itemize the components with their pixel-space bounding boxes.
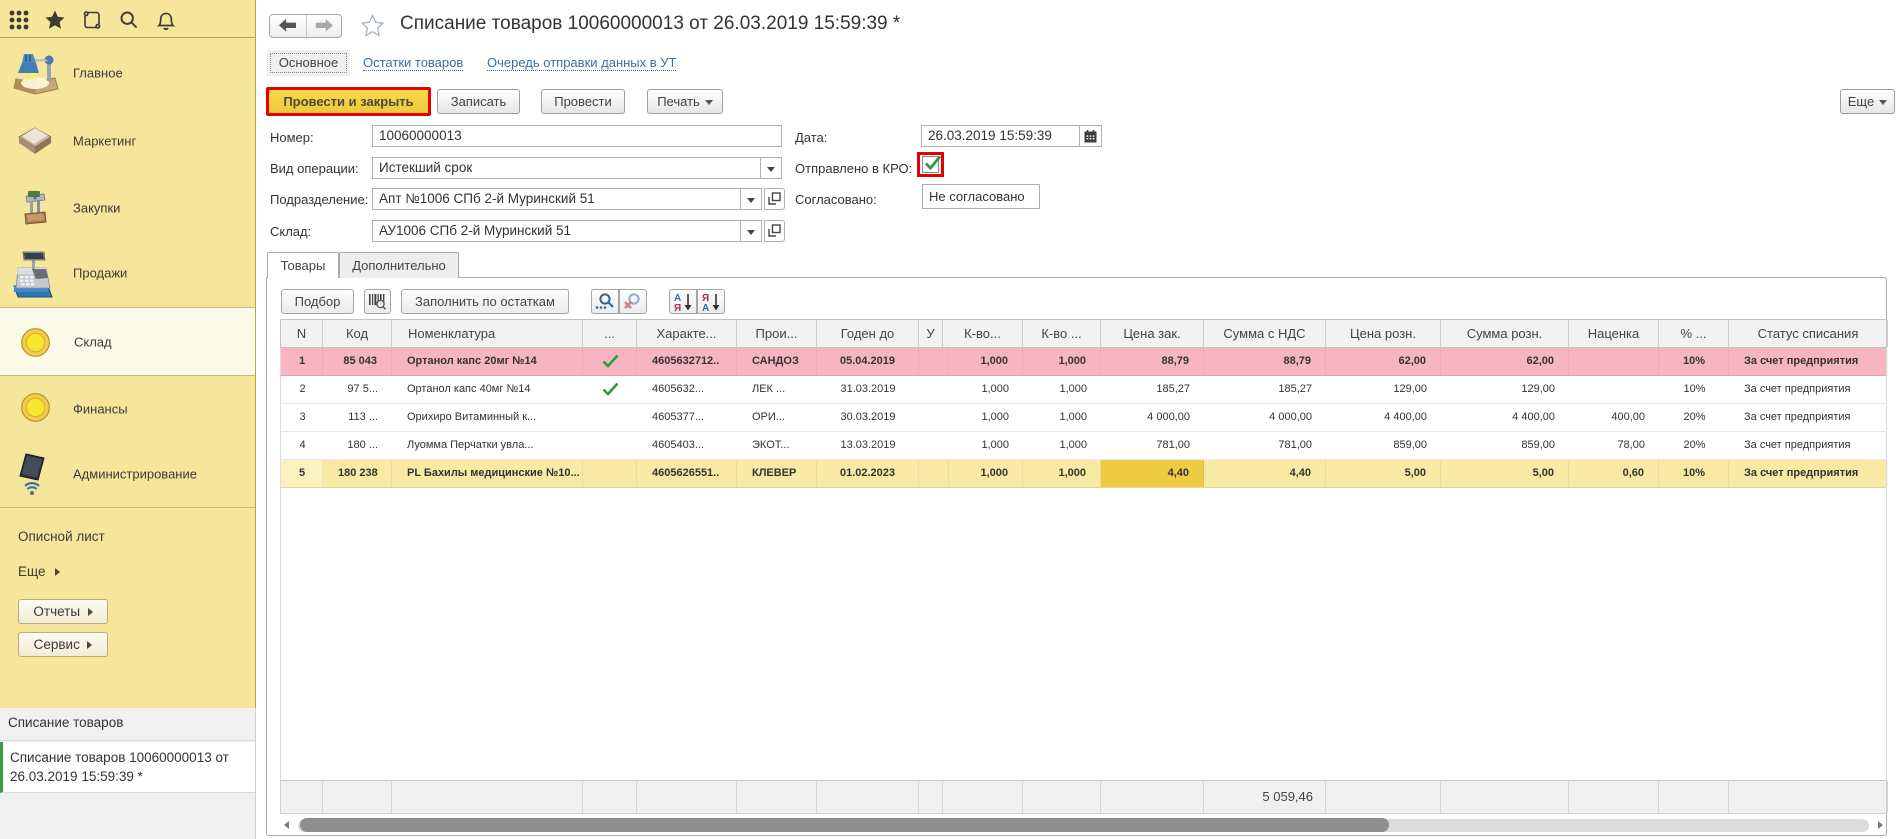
svg-text:Я: Я xyxy=(674,303,681,312)
svg-text:А: А xyxy=(702,303,709,312)
